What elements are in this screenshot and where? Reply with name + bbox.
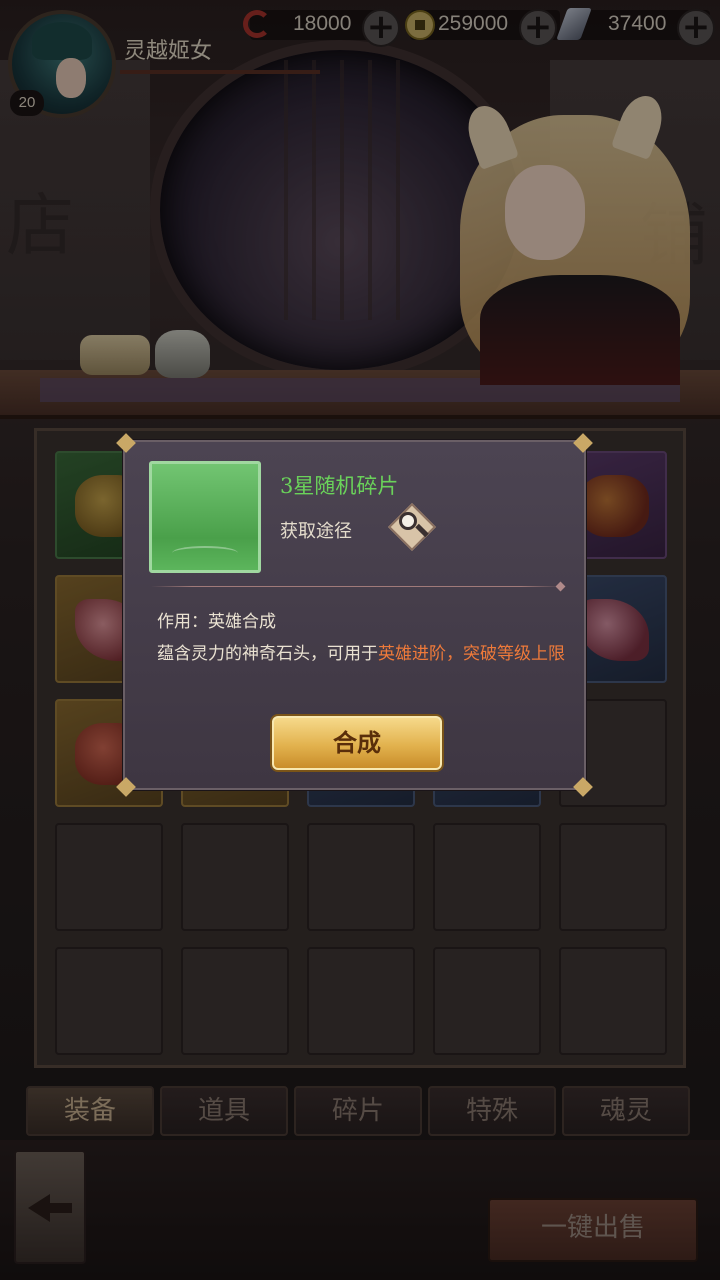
item-icon [149, 461, 261, 573]
description-text: 蕴含灵力的神奇石头，可用于 [157, 644, 378, 664]
obtain-source-label: 获取途径 [280, 521, 352, 542]
divider [151, 586, 562, 587]
item-name: 3星随机碎片 [280, 474, 399, 498]
item-usage: 作用：英雄合成 [157, 612, 276, 632]
description-highlight: 英雄进阶，突破等级上限 [378, 644, 565, 664]
item-detail-popup: 3星随机碎片 获取途径 作用：英雄合成 蕴含灵力的神奇石头，可用于英雄进阶，突破… [116, 433, 593, 797]
magnifier-icon[interactable] [387, 502, 437, 552]
item-description: 蕴含灵力的神奇石头，可用于英雄进阶，突破等级上限 [157, 637, 567, 671]
compose-button[interactable]: 合成 [272, 716, 442, 770]
